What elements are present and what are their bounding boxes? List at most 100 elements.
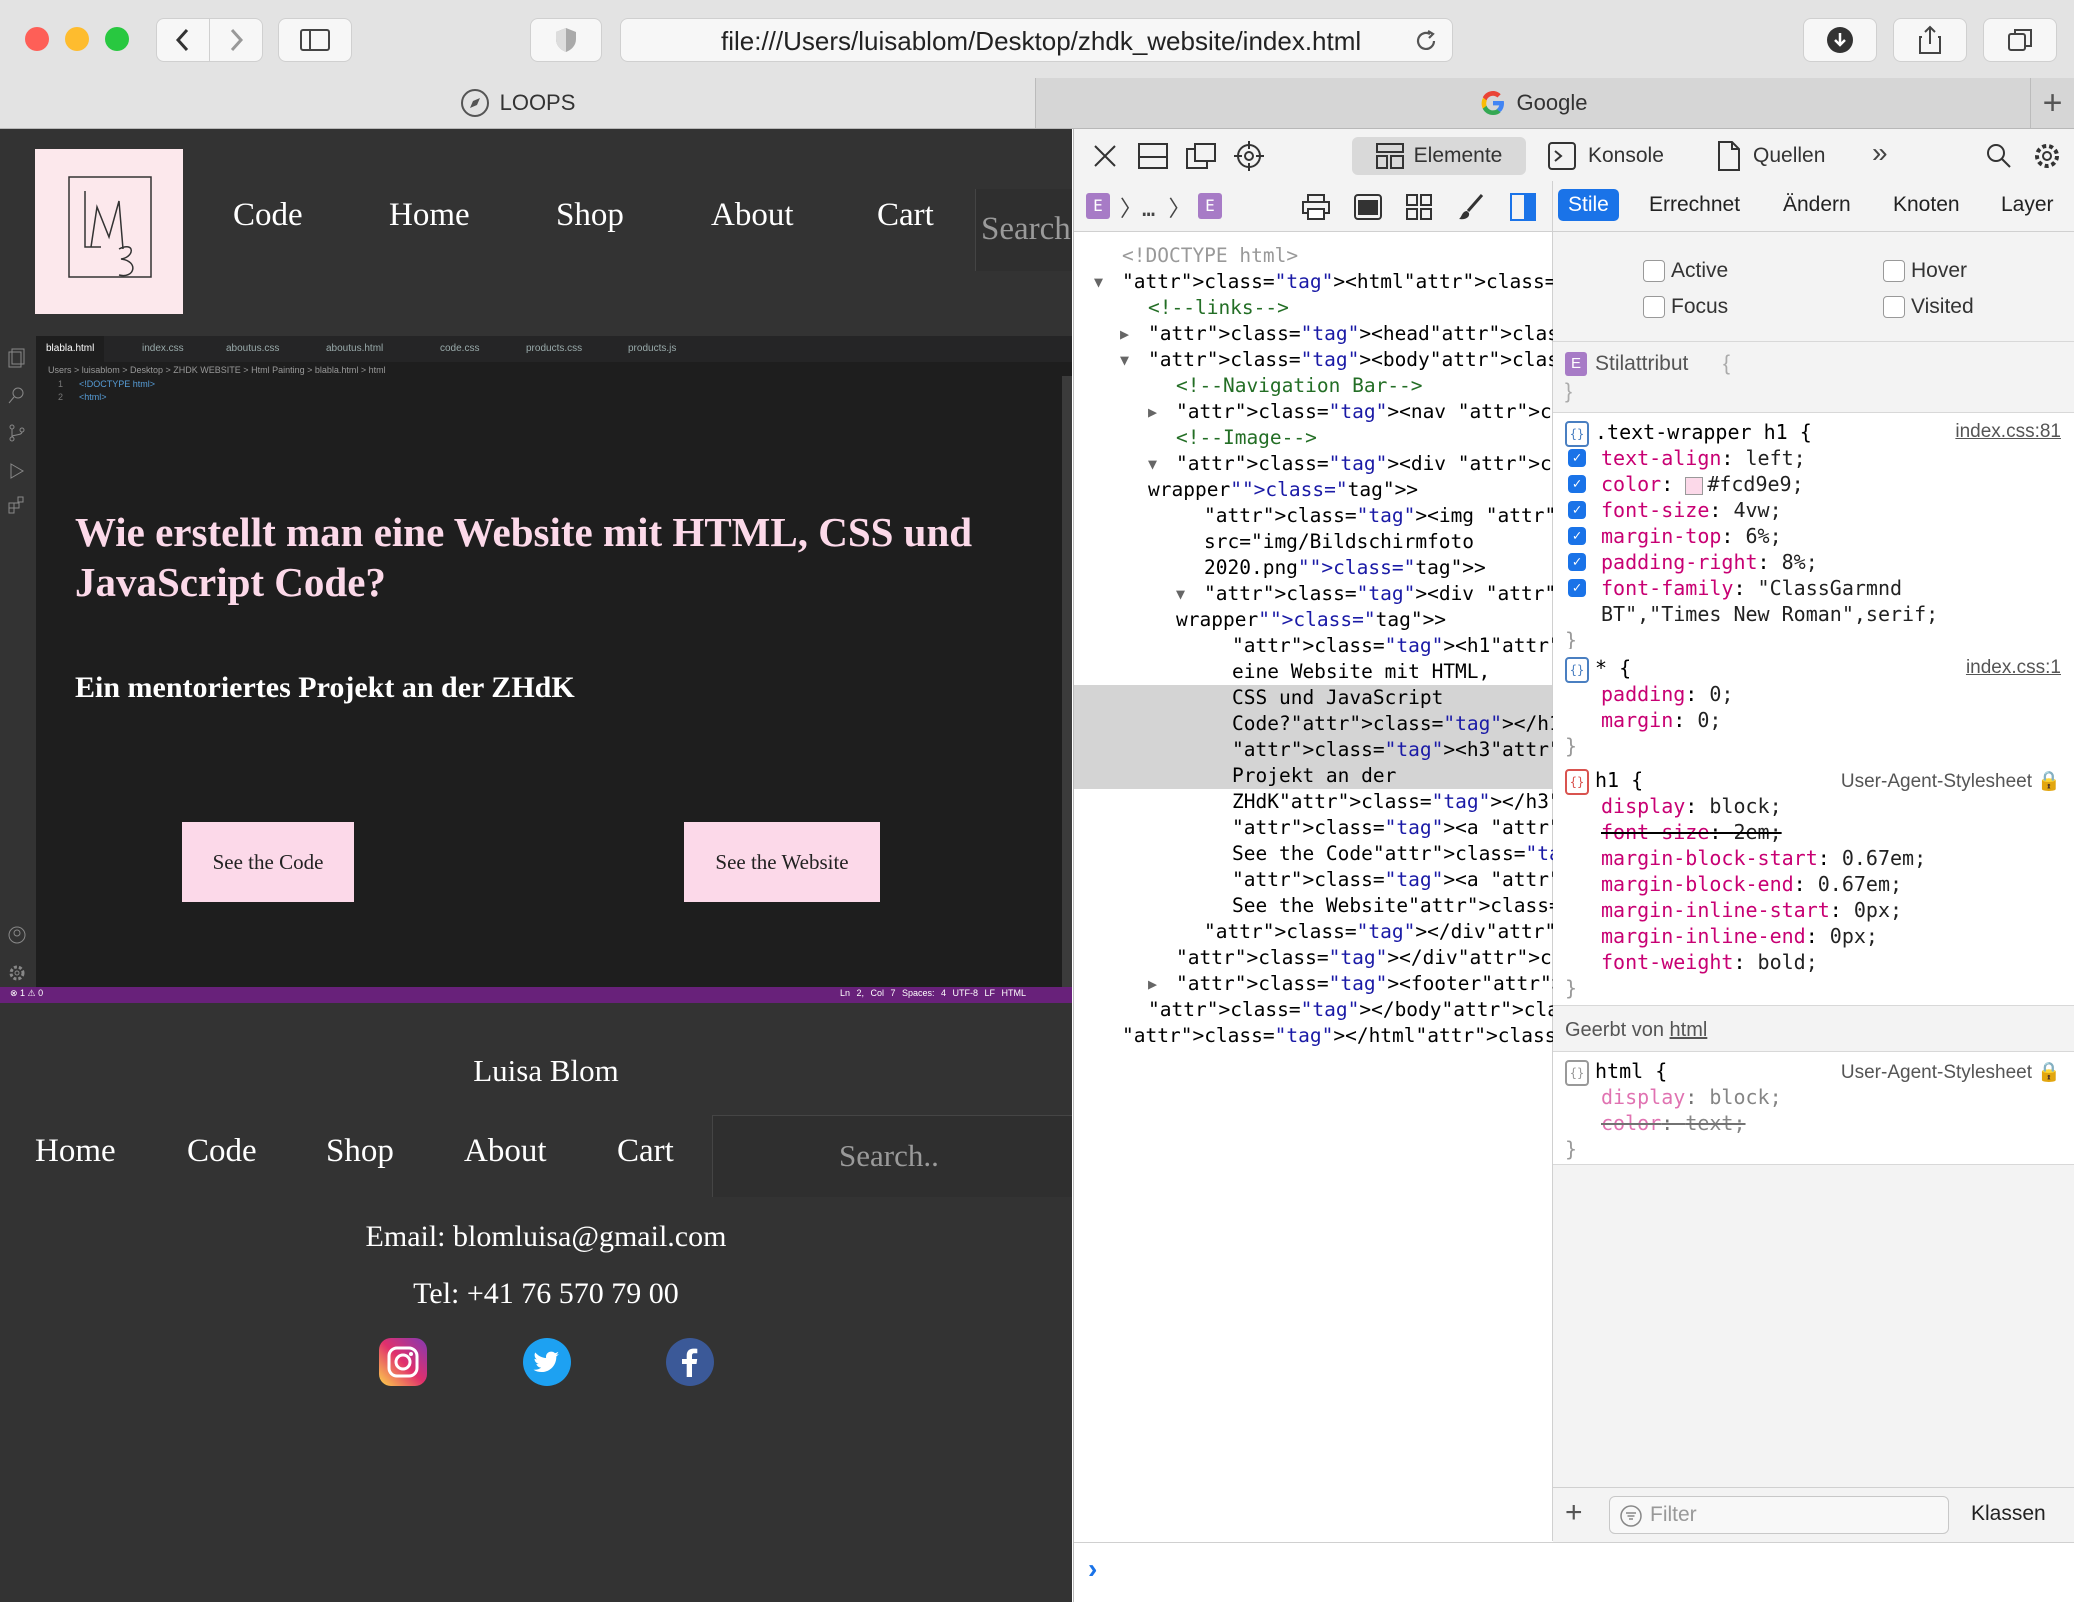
css-property[interactable]: display: block;	[1601, 1084, 1782, 1110]
settings-gear-icon[interactable]	[2032, 141, 2062, 171]
vscode-tab[interactable]: index.css	[132, 336, 194, 362]
rule-selector[interactable]: html {	[1595, 1058, 1667, 1084]
more-tabs-icon[interactable]: »	[1872, 137, 1888, 169]
property-value[interactable]: 0;	[1697, 708, 1721, 732]
classes-button[interactable]: Klassen	[1971, 1502, 2046, 1526]
css-property[interactable]: color: text;	[1601, 1110, 1746, 1136]
css-property[interactable]: font-weight: bold;	[1601, 949, 1818, 975]
css-property[interactable]: color: #fcd9e9;	[1601, 471, 1804, 497]
property-value[interactable]: block;	[1709, 794, 1781, 818]
css-rule-universal[interactable]: {} * { index.css:1 padding: 0; margin: 0;…	[1553, 649, 2074, 762]
tab-stile[interactable]: Stile	[1558, 189, 1619, 221]
property-value[interactable]: bold;	[1758, 950, 1818, 974]
css-property[interactable]: margin-block-end: 0.67em;	[1601, 871, 1902, 897]
dom-node-line[interactable]: wrapper"">class="tag">>	[1148, 477, 1418, 503]
css-property[interactable]: margin-inline-start: 0px;	[1601, 897, 1902, 923]
topnav-search-input[interactable]: Search	[975, 189, 1072, 271]
vscode-tab[interactable]: products.css	[516, 336, 592, 362]
disclosure-closed-icon[interactable]: ▶	[1148, 399, 1157, 425]
rule-selector[interactable]: h1 {	[1595, 767, 1643, 793]
tab-google[interactable]: Google	[1035, 78, 2030, 128]
element-picker-icon[interactable]	[1234, 141, 1264, 171]
pseudo-state-focus[interactable]: Focus	[1643, 295, 1728, 319]
rule-selector[interactable]: * {	[1595, 655, 1631, 681]
print-icon[interactable]	[1302, 194, 1330, 220]
rule-selector[interactable]: .text-wrapper h1 {	[1595, 419, 1812, 445]
tab-konsole[interactable]: Konsole	[1548, 137, 1664, 175]
tab-layer[interactable]: Layer	[2001, 193, 2054, 217]
vscode-scrollbar[interactable]	[1062, 376, 1072, 996]
minimize-window-button[interactable]	[65, 27, 89, 51]
pseudo-state-active[interactable]: Active	[1643, 259, 1728, 283]
css-property[interactable]: margin: 0;	[1601, 707, 1721, 733]
css-rule-text-wrapper-h1[interactable]: {} .text-wrapper h1 { index.css:81 ✓ text…	[1553, 413, 2074, 652]
css-property[interactable]: font-size: 2em;	[1601, 819, 1782, 845]
property-value[interactable]: 6%;	[1746, 524, 1782, 548]
css-property[interactable]: font-size: 4vw;	[1601, 497, 1782, 523]
topnav-about[interactable]: About	[711, 197, 794, 234]
checkbox[interactable]	[1883, 296, 1905, 319]
footer-nav-code[interactable]: Code	[187, 1133, 257, 1170]
css-property[interactable]: padding-right: 8%;	[1601, 549, 1818, 575]
css-property[interactable]: display: block;	[1601, 793, 1782, 819]
footer-nav-home[interactable]: Home	[35, 1133, 116, 1170]
disclosure-open-icon[interactable]: ▼	[1148, 451, 1157, 477]
disclosure-closed-icon[interactable]: ▶	[1148, 971, 1157, 997]
downloads-button[interactable]	[1803, 18, 1877, 62]
property-checkbox[interactable]: ✓	[1568, 475, 1586, 493]
property-value[interactable]: text;	[1685, 1111, 1745, 1135]
paintbrush-icon[interactable]	[1458, 193, 1484, 221]
vscode-tab[interactable]: products.js	[618, 336, 686, 362]
property-value[interactable]: #fcd9e9;	[1707, 472, 1803, 496]
disclosure-open-icon[interactable]: ▼	[1094, 269, 1103, 295]
property-value[interactable]: 2em;	[1733, 820, 1781, 844]
dom-node-line[interactable]: <!--Image-->	[1176, 425, 1317, 451]
footer-nav-about[interactable]: About	[464, 1133, 547, 1170]
property-value[interactable]: 0px;	[1830, 924, 1878, 948]
css-property[interactable]: text-align: left;	[1601, 445, 1806, 471]
disclosure-open-icon[interactable]: ▼	[1120, 347, 1129, 373]
footer-email[interactable]: Email: blomluisa@gmail.com	[0, 1220, 1072, 1254]
property-checkbox[interactable]: ✓	[1568, 553, 1586, 571]
property-checkbox[interactable]: ✓	[1568, 449, 1586, 467]
tab-elemente[interactable]: Elemente	[1352, 137, 1526, 175]
dom-node-line[interactable]: <!--links-->	[1148, 295, 1289, 321]
dom-node-line[interactable]: <!DOCTYPE html>	[1122, 243, 1298, 269]
zoom-window-button[interactable]	[105, 27, 129, 51]
facebook-icon[interactable]	[665, 1337, 715, 1387]
breadcrumb-ellipsis[interactable]: 〉… 〉	[1120, 191, 1191, 223]
property-value[interactable]: 0.67em;	[1818, 872, 1902, 896]
css-property[interactable]: margin-top: 6%;	[1601, 523, 1782, 549]
reload-icon[interactable]	[1414, 29, 1438, 53]
footer-search-input[interactable]: Search..	[712, 1115, 1072, 1197]
dom-node-line[interactable]: src="img/Bildschirmfoto	[1204, 529, 1474, 555]
inherited-link[interactable]: html	[1670, 1019, 1708, 1041]
tab-errechnet[interactable]: Errechnet	[1649, 193, 1740, 217]
tab-overview-button[interactable]	[1983, 18, 2057, 62]
dom-node-line[interactable]: Projekt an der	[1232, 763, 1396, 789]
property-checkbox[interactable]: ✓	[1568, 579, 1586, 597]
instagram-icon[interactable]	[378, 1337, 428, 1387]
topnav-home[interactable]: Home	[389, 197, 470, 234]
tab-knoten[interactable]: Knoten	[1893, 193, 1960, 217]
checkbox[interactable]	[1643, 296, 1665, 319]
css-rule-h1-useragent[interactable]: {} h1 { User-Agent-Stylesheet 🔒 display:…	[1553, 761, 2074, 1006]
disclosure-closed-icon[interactable]: ▶	[1120, 321, 1129, 347]
css-property[interactable]: padding: 0;	[1601, 681, 1733, 707]
rendering-frames-icon[interactable]	[1354, 194, 1382, 220]
disclosure-open-icon[interactable]: ▼	[1176, 581, 1185, 607]
site-logo[interactable]	[35, 149, 183, 314]
rule-source-link[interactable]: index.css:81	[1955, 421, 2061, 443]
dom-node-line[interactable]: 2020.png"">class="tag">>	[1204, 555, 1486, 581]
console-prompt[interactable]: ›	[1074, 1542, 2074, 1602]
see-website-button[interactable]: See the Website	[684, 822, 880, 902]
topnav-cart[interactable]: Cart	[877, 197, 934, 234]
twitter-icon[interactable]	[522, 1337, 572, 1387]
vscode-tab[interactable]: code.css	[430, 336, 489, 362]
element-badge-icon[interactable]: E	[1198, 193, 1222, 219]
tab-loops[interactable]: LOOPS	[0, 78, 1035, 128]
add-rule-plus-icon[interactable]: +	[1565, 1496, 1583, 1530]
property-value[interactable]: 8%;	[1782, 550, 1818, 574]
footer-nav-shop[interactable]: Shop	[326, 1133, 394, 1170]
property-value[interactable]: "ClassGarmnd	[1758, 576, 1903, 600]
